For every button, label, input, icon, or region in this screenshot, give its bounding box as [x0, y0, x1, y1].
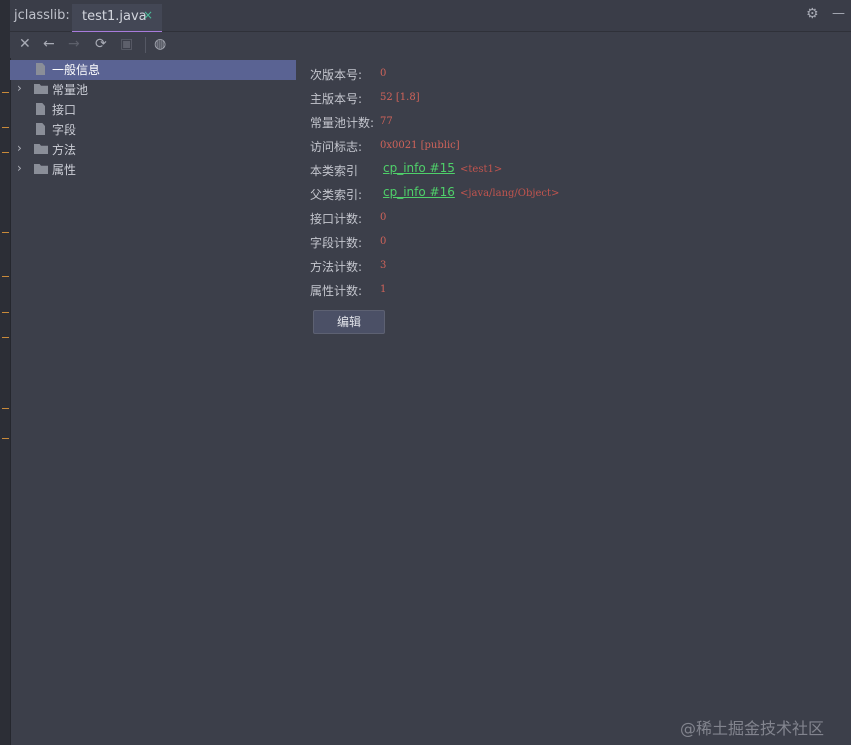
tree-item-label: 属性	[52, 163, 77, 177]
folder-icon	[34, 164, 48, 174]
info-row-attributes-count: 属性计数: 1	[310, 280, 830, 300]
info-value: 52 [1.8]	[380, 92, 420, 103]
info-row-major-version: 主版本号: 52 [1.8]	[310, 88, 830, 108]
info-value: 0	[380, 68, 387, 79]
info-label: 次版本号:	[310, 68, 363, 82]
edit-button[interactable]: 编辑	[313, 310, 385, 334]
info-row-constant-pool-count: 常量池计数: 77	[310, 112, 830, 132]
save-icon[interactable]: ▣	[120, 35, 133, 53]
back-icon[interactable]: ←	[43, 35, 55, 53]
info-label: 方法计数:	[310, 260, 363, 274]
super-class-link[interactable]: cp_info #16	[383, 185, 455, 199]
toolbar: ✕ ← → ⟳ ▣ ◍	[10, 32, 851, 58]
info-value: 77	[380, 116, 393, 127]
info-label: 属性计数:	[310, 284, 363, 298]
forward-icon[interactable]: →	[68, 35, 80, 53]
info-label: 父类索引:	[310, 188, 363, 202]
folder-icon	[34, 144, 48, 154]
info-row-fields-count: 字段计数: 0	[310, 232, 830, 252]
info-label: 本类索引	[310, 164, 359, 178]
tree-item-label: 常量池	[52, 83, 89, 97]
info-row-interfaces-count: 接口计数: 0	[310, 208, 830, 228]
chevron-right-icon[interactable]: ›	[17, 81, 22, 95]
tree-item-label: 字段	[52, 123, 77, 137]
tree-item-fields[interactable]: 字段	[10, 120, 300, 140]
file-icon	[36, 103, 45, 115]
tree-item-label: 方法	[52, 143, 77, 157]
chevron-right-icon[interactable]: ›	[17, 141, 22, 155]
info-comment: <test1>	[460, 164, 503, 175]
info-label: 常量池计数:	[310, 116, 375, 130]
tab-test1-java[interactable]: test1.java ×	[72, 4, 162, 33]
info-row-methods-count: 方法计数: 3	[310, 256, 830, 276]
gear-icon[interactable]: ⚙	[806, 6, 819, 22]
refresh-icon[interactable]: ⟳	[95, 35, 107, 53]
info-value: 0	[380, 212, 387, 223]
tree-item-methods[interactable]: › 方法	[10, 140, 300, 160]
file-icon	[36, 123, 45, 135]
tool-window-title: jclasslib:	[14, 8, 70, 23]
tree-item-interfaces[interactable]: 接口	[10, 100, 300, 120]
info-row-access-flags: 访问标志: 0x0021 [public]	[310, 136, 830, 156]
info-row-minor-version: 次版本号: 0	[310, 64, 830, 84]
browser-icon[interactable]: ◍	[154, 35, 166, 53]
folder-icon	[34, 84, 48, 94]
this-class-link[interactable]: cp_info #15	[383, 161, 455, 175]
tab-close-icon[interactable]: ×	[143, 8, 153, 22]
tree-item-label: 接口	[52, 103, 77, 117]
info-value: 0x0021 [public]	[380, 140, 460, 151]
minimize-icon[interactable]: —	[832, 6, 845, 21]
info-label: 主版本号:	[310, 92, 363, 106]
info-value: 1	[380, 284, 387, 295]
info-value: 0	[380, 236, 387, 247]
watermark: @稀土掘金技术社区	[680, 719, 825, 738]
file-icon	[36, 63, 45, 75]
tree-item-label: 一般信息	[52, 63, 101, 77]
info-comment: <java/lang/Object>	[460, 188, 560, 199]
info-label: 访问标志:	[310, 140, 363, 154]
info-value: 3	[380, 260, 387, 271]
tab-label: test1.java	[82, 9, 147, 24]
chevron-right-icon[interactable]: ›	[17, 161, 22, 175]
info-row-super-class: 父类索引: cp_info #16 <java/lang/Object>	[310, 184, 830, 204]
info-label: 接口计数:	[310, 212, 363, 226]
info-row-this-class: 本类索引 cp_info #15 <test1>	[310, 160, 830, 180]
tree-item-attributes[interactable]: › 属性	[10, 160, 300, 180]
toolbar-separator	[145, 37, 146, 53]
tree-item-general-info[interactable]: 一般信息	[10, 60, 300, 80]
close-icon[interactable]: ✕	[19, 35, 31, 53]
tree-item-constant-pool[interactable]: › 常量池	[10, 80, 300, 100]
info-label: 字段计数:	[310, 236, 363, 250]
tab-bar: jclasslib: test1.java × ⚙ —	[10, 0, 851, 33]
